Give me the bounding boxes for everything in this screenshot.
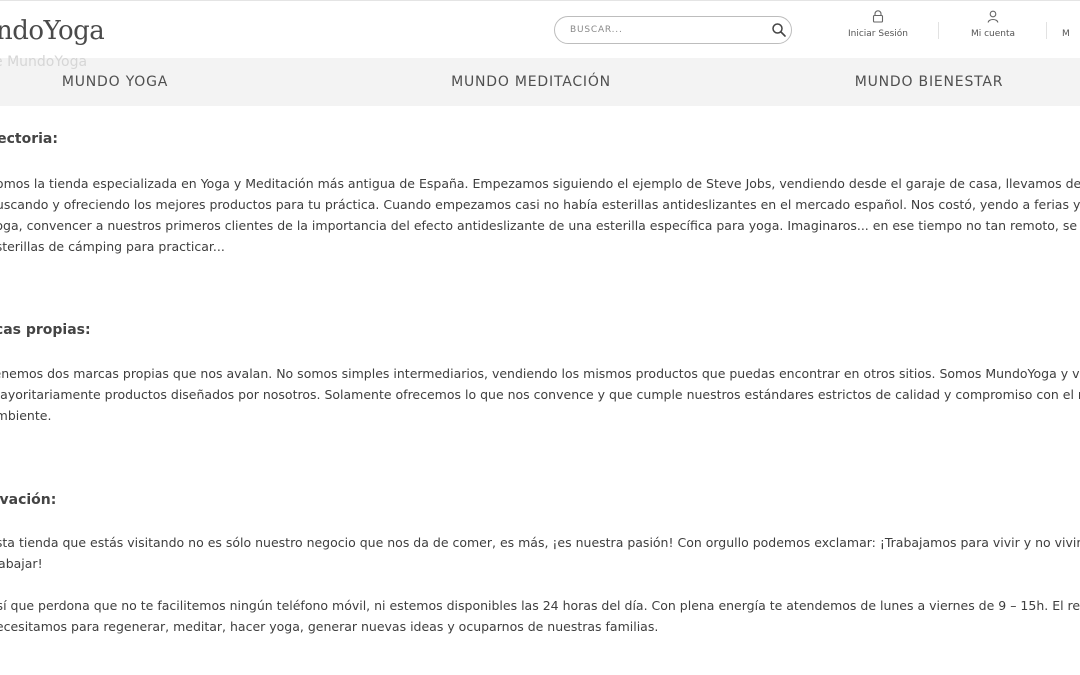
text-line: Somos la tienda especializada en Yoga y … (0, 176, 1080, 191)
divider (1046, 22, 1047, 39)
nav-item-mundo-meditacion[interactable]: MUNDO MEDITACIÓN (451, 74, 611, 90)
text-line: buscando y ofreciendo los mejores produc… (0, 197, 1080, 212)
my-account-link[interactable]: Mi cuenta (955, 10, 1031, 46)
login-link[interactable]: Iniciar Sesión (838, 10, 918, 46)
main-navigation: MUNDO YOGA MUNDO MEDITACIÓN MUNDO BIENES… (0, 58, 1080, 106)
section-paragraph: Esta tienda que estás visitando no es só… (0, 532, 1080, 574)
text-line: Así que perdona que no te facilitemos ni… (0, 598, 1080, 613)
section-paragraph: Somos la tienda especializada en Yoga y … (0, 173, 1080, 257)
text-line: necesitamos para regenerar, meditar, hac… (0, 619, 659, 634)
text-line: Tenemos dos marcas propias que nos avala… (0, 366, 1080, 381)
ghost-page-title: e MundoYoga (0, 54, 88, 70)
my-account-label: Mi cuenta (970, 29, 1016, 39)
nav-item-mundo-bienestar[interactable]: MUNDO BIENESTAR (855, 74, 1004, 90)
text-line: esterillas de cámping para practicar... (0, 239, 225, 254)
divider (938, 22, 939, 39)
search-input[interactable] (570, 23, 760, 37)
site-logo[interactable]: ndoYoga (0, 16, 105, 46)
search-icon[interactable] (771, 22, 787, 38)
section-paragraph: Tenemos dos marcas propias que nos avala… (0, 363, 1080, 426)
account-link-3-label: M (1062, 29, 1070, 39)
site-header: ndoYoga Iniciar Sesión Mi cuenta M (0, 0, 1080, 59)
account-link-3[interactable]: M (1062, 10, 1080, 46)
section-paragraph: Así que perdona que no te facilitemos ni… (0, 595, 1080, 637)
section-heading-trayectoria: yectoria: (0, 131, 58, 147)
section-heading-motivacion: tivación: (0, 492, 57, 508)
nav-item-mundo-yoga[interactable]: MUNDO YOGA (62, 74, 168, 90)
user-icon (987, 10, 999, 23)
text-line: trabajar! (0, 556, 43, 571)
section-heading-marcas-propias: rcas propias: (0, 322, 91, 338)
lock-icon (872, 10, 884, 23)
search-box[interactable] (554, 16, 792, 44)
text-line: ambiente. (0, 408, 52, 423)
text-line: yoga, convencer a nuestros primeros clie… (0, 218, 1080, 233)
login-label: Iniciar Sesión (847, 29, 909, 39)
text-line: Esta tienda que estás visitando no es só… (0, 535, 1080, 550)
text-line: mayoritariamente productos diseñados por… (0, 387, 1080, 402)
